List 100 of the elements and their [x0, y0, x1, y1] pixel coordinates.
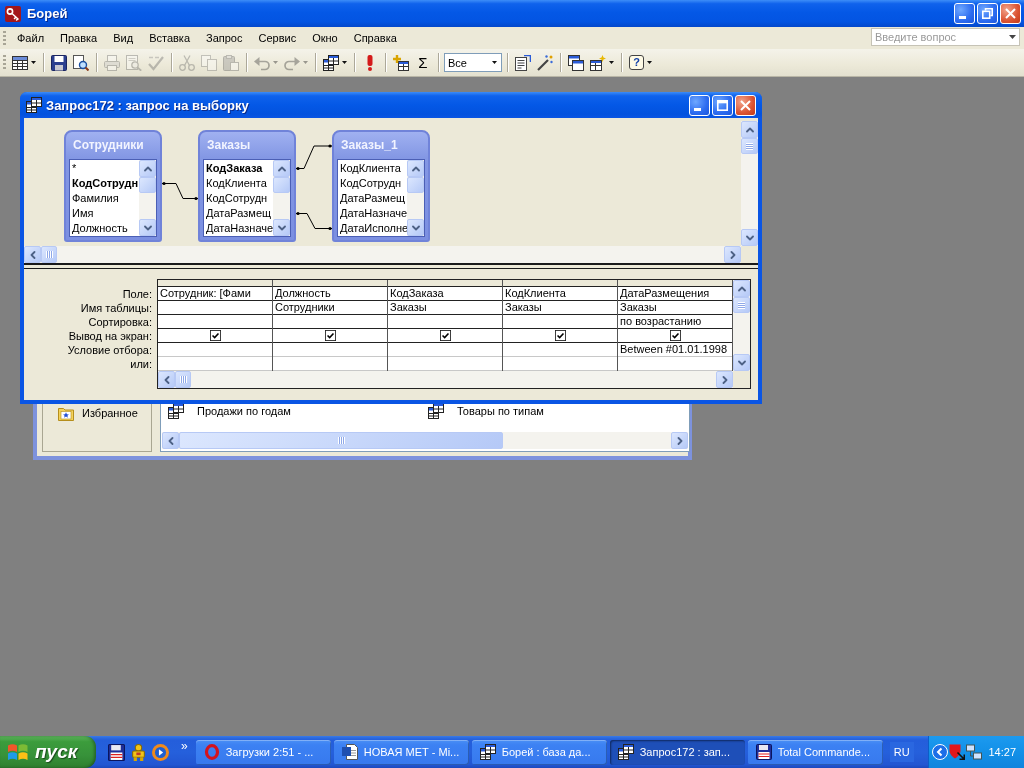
- field-item[interactable]: КодКлиента: [340, 161, 407, 176]
- column-selector[interactable]: [503, 280, 617, 287]
- horizontal-scrollbar[interactable]: [24, 246, 741, 263]
- close-button[interactable]: [735, 94, 756, 116]
- field-item[interactable]: ДатаРазмещ: [206, 206, 273, 221]
- column-selector[interactable]: [273, 280, 387, 287]
- field-item[interactable]: КодСотрудн: [206, 191, 273, 206]
- table-field-list[interactable]: Заказы_1 КодКлиента КодСотрудн ДатаРазмещ ДатаНазначе ДатаИсполне: [332, 130, 430, 242]
- grid-cell[interactable]: [618, 329, 732, 343]
- checkbox[interactable]: [324, 330, 336, 341]
- scroll-down-button[interactable]: [139, 219, 156, 236]
- grip-handle[interactable]: [3, 30, 6, 46]
- grid-cell[interactable]: по возрастанию: [618, 315, 732, 329]
- vertical-scrollbar[interactable]: [733, 280, 750, 371]
- menu-item[interactable]: Справка: [345, 29, 405, 47]
- maximize-button[interactable]: [712, 94, 733, 116]
- scroll-right-button[interactable]: [724, 246, 741, 263]
- minimize-button[interactable]: [689, 94, 710, 116]
- shield-arrow-icon[interactable]: [949, 744, 965, 760]
- vertical-scrollbar[interactable]: [273, 160, 290, 236]
- column-selector[interactable]: [158, 280, 272, 287]
- table-field-list[interactable]: Заказы КодЗаказа КодКлиента КодСотрудн ДатаРазмещ ДатаНазначе: [198, 130, 296, 242]
- robot-icon[interactable]: [130, 743, 147, 761]
- grid-cell[interactable]: Заказы: [388, 301, 502, 315]
- play-circle-icon[interactable]: [152, 743, 169, 761]
- field-item[interactable]: КодКлиента: [206, 176, 273, 191]
- scroll-down-button[interactable]: [273, 219, 290, 236]
- checkbox[interactable]: [554, 330, 566, 341]
- scroll-thumb[interactable]: [175, 371, 191, 388]
- task-button[interactable]: Запрос172 : зап...: [609, 739, 745, 765]
- field-item[interactable]: Имя: [72, 206, 139, 221]
- field-item[interactable]: ДатаИсполне: [340, 221, 407, 236]
- scroll-left-button[interactable]: [158, 371, 175, 388]
- start-button[interactable]: пуск: [0, 736, 96, 768]
- scroll-up-button[interactable]: [733, 280, 750, 297]
- minimize-button[interactable]: [954, 3, 975, 24]
- task-button[interactable]: НОВАЯ МЕТ - Mi...: [333, 739, 469, 765]
- field-item[interactable]: Должность: [72, 221, 139, 236]
- scroll-thumb[interactable]: [179, 432, 503, 449]
- grid-cell[interactable]: Заказы: [618, 301, 732, 315]
- grid-cell[interactable]: ДатаРазмещения: [618, 287, 732, 301]
- network-computers-icon[interactable]: [966, 744, 982, 760]
- scroll-thumb[interactable]: [733, 297, 750, 313]
- field-item[interactable]: КодСотрудн: [340, 176, 407, 191]
- scroll-right-button[interactable]: [716, 371, 733, 388]
- scroll-left-button[interactable]: [24, 246, 41, 263]
- menu-item[interactable]: Вставка: [141, 29, 198, 47]
- scroll-up-button[interactable]: [741, 121, 758, 138]
- checkbox[interactable]: [209, 330, 221, 341]
- scroll-thumb[interactable]: [741, 138, 758, 154]
- scroll-right-button[interactable]: [671, 432, 688, 449]
- grid-cell[interactable]: КодЗаказа: [388, 287, 502, 301]
- table-field-list[interactable]: Сотрудники * КодСотрудн Фамилия Имя Должность: [64, 130, 162, 242]
- column-selector[interactable]: [618, 280, 732, 287]
- menu-item[interactable]: Вид: [105, 29, 142, 47]
- field-item[interactable]: *: [72, 161, 139, 176]
- scroll-left-button[interactable]: [162, 432, 179, 449]
- menu-item[interactable]: Сервис: [250, 29, 305, 47]
- horizontal-scrollbar[interactable]: [162, 432, 688, 449]
- column-selector[interactable]: [388, 280, 502, 287]
- scroll-up-button[interactable]: [407, 160, 424, 177]
- field-item[interactable]: ДатаНазначе: [340, 206, 407, 221]
- grid-cell[interactable]: Сотрудники: [273, 301, 387, 315]
- join-line[interactable]: [161, 181, 199, 201]
- sum-button[interactable]: Σ: [412, 51, 434, 74]
- quick-launch-more-button[interactable]: »: [176, 739, 193, 753]
- vertical-scrollbar[interactable]: [741, 121, 758, 246]
- field-item[interactable]: КодЗаказа: [206, 161, 273, 176]
- scroll-down-button[interactable]: [741, 229, 758, 246]
- scroll-thumb[interactable]: [41, 246, 57, 263]
- field-item[interactable]: Фамилия: [72, 191, 139, 206]
- scroll-thumb[interactable]: [407, 177, 424, 193]
- grid-cell[interactable]: КодКлиента: [503, 287, 617, 301]
- grid-cell[interactable]: [503, 329, 617, 343]
- grid-cell[interactable]: Between #01.01.1998: [618, 343, 732, 357]
- select-field[interactable]: Все: [444, 53, 502, 72]
- task-button[interactable]: Загрузки 2:51 - ...: [195, 739, 331, 765]
- grid-cell[interactable]: Должность: [273, 287, 387, 301]
- close-button[interactable]: [1000, 3, 1021, 24]
- scroll-down-button[interactable]: [407, 219, 424, 236]
- grid-cell[interactable]: [388, 329, 502, 343]
- checkbox[interactable]: [439, 330, 451, 341]
- scroll-up-button[interactable]: [273, 160, 290, 177]
- grip-handle[interactable]: [3, 55, 6, 70]
- help-button[interactable]: ?: [626, 51, 655, 74]
- join-line[interactable]: [295, 144, 333, 171]
- field-item[interactable]: КодСотрудн: [72, 176, 139, 191]
- grid-cell[interactable]: Заказы: [503, 301, 617, 315]
- menu-item[interactable]: Правка: [52, 29, 106, 47]
- grid-cell[interactable]: [158, 329, 272, 343]
- horizontal-scrollbar[interactable]: [158, 371, 733, 388]
- scroll-up-button[interactable]: [139, 160, 156, 177]
- field-item[interactable]: ДатаНазначе: [206, 221, 273, 236]
- task-button[interactable]: Борей : база да...: [471, 739, 607, 765]
- group-item[interactable]: Избранное: [58, 406, 151, 420]
- menu-item[interactable]: Файл: [9, 29, 53, 47]
- chevron-circle-icon[interactable]: [932, 744, 948, 760]
- language-indicator[interactable]: RU: [889, 742, 914, 762]
- menu-item[interactable]: Окно: [304, 29, 346, 47]
- scroll-thumb[interactable]: [139, 177, 156, 193]
